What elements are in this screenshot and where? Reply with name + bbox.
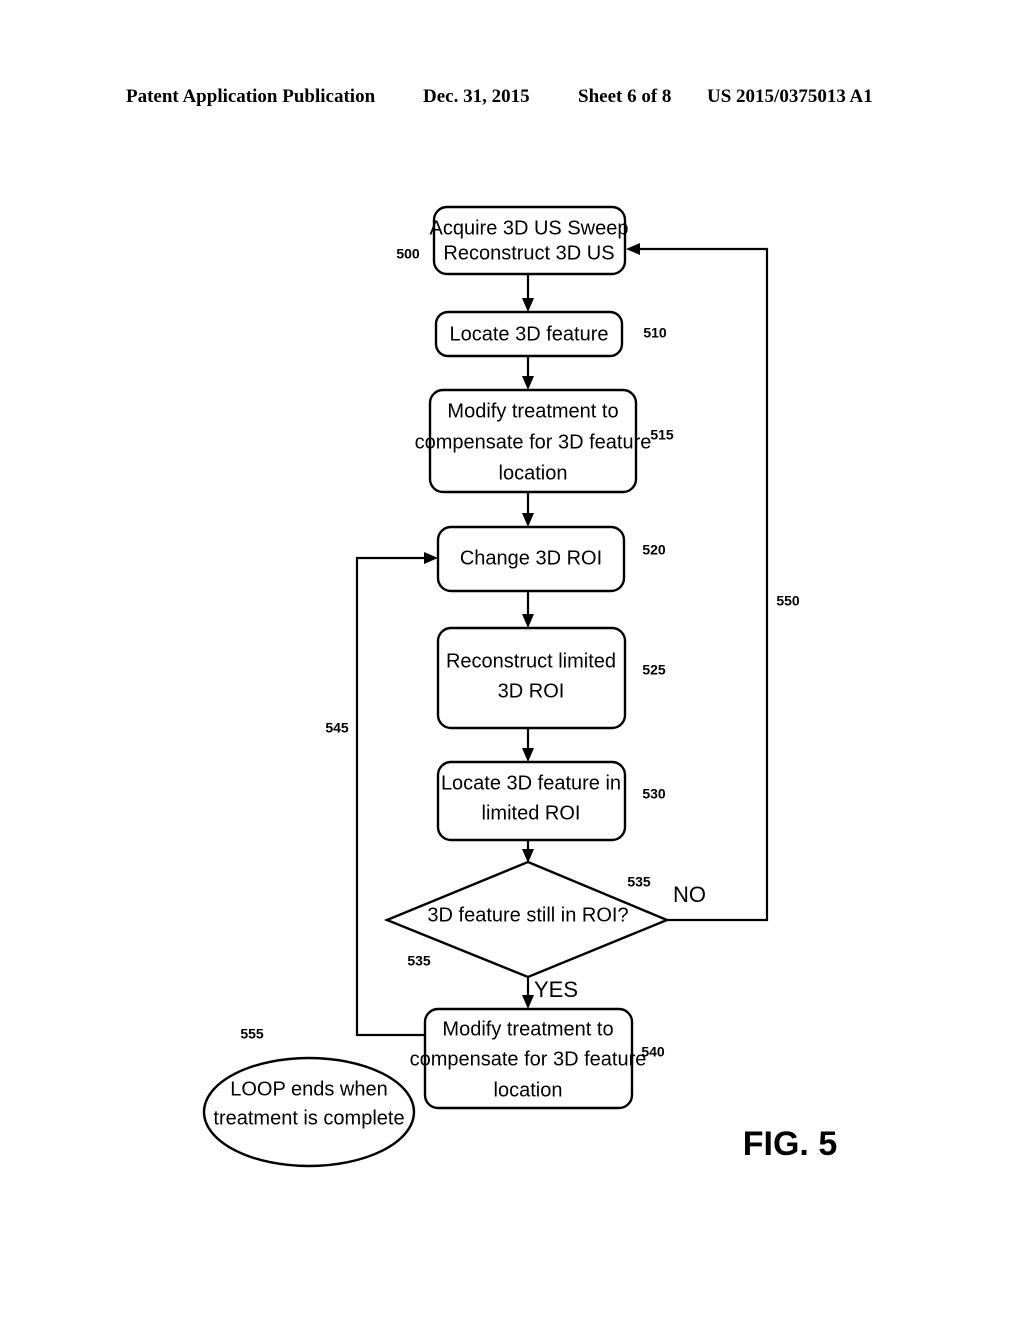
ref-number-545: 545	[325, 720, 349, 736]
ref-number-535-upper: 535	[627, 874, 651, 890]
node-500-line1: Acquire 3D US Sweep	[430, 217, 629, 239]
node-530-line1: Locate 3D feature in	[441, 772, 621, 794]
ref-number-525: 525	[642, 662, 666, 678]
node-510-line1: Locate 3D feature	[450, 323, 609, 345]
node-535-line1: 3D feature still in ROI?	[427, 904, 628, 926]
node-520-line1: Change 3D ROI	[460, 547, 602, 569]
ref-number-540: 540	[641, 1044, 665, 1060]
node-540-line2: compensate for 3D feature	[410, 1048, 647, 1070]
ref-number-530: 530	[642, 786, 666, 802]
connector-550-no-loop	[626, 243, 769, 922]
node-515-line2: compensate for 3D feature	[415, 431, 652, 453]
figure-label: FIG. 5	[743, 1125, 837, 1163]
ref-number-535-lower: 535	[407, 953, 431, 969]
connector-510-to-515	[522, 356, 534, 390]
connector-530-to-535	[522, 840, 534, 863]
connector-525-to-530	[522, 728, 534, 762]
node-555-line1: LOOP ends when	[230, 1078, 388, 1100]
node-520-change-3d-roi[interactable]: Change 3D ROI	[436, 525, 626, 593]
patent-figure-page: Patent Application Publication Dec. 31, …	[0, 0, 1024, 1320]
ref-number-500: 500	[396, 246, 420, 262]
node-525-line2: 3D ROI	[498, 680, 565, 702]
node-525-line1: Reconstruct limited	[446, 650, 616, 672]
node-530-line2: limited ROI	[482, 802, 581, 824]
node-515-modify-treatment[interactable]: Modify treatment to compensate for 3D fe…	[415, 388, 652, 494]
ref-number-520: 520	[642, 542, 666, 558]
edge-label-no: NO	[673, 882, 706, 907]
node-515-line1: Modify treatment to	[447, 400, 618, 422]
ref-number-555: 555	[240, 1026, 264, 1042]
node-540-line3: location	[494, 1079, 563, 1101]
node-525-reconstruct-limited-roi[interactable]: Reconstruct limited 3D ROI	[436, 626, 627, 730]
node-515-line3: location	[499, 462, 568, 484]
node-525-box[interactable]	[436, 626, 627, 730]
ref-number-515: 515	[650, 427, 674, 443]
ref-number-550: 550	[776, 593, 800, 609]
node-540-line1: Modify treatment to	[442, 1018, 613, 1040]
node-500-line2: Reconstruct 3D US	[443, 242, 614, 264]
connector-515-to-520	[522, 492, 534, 527]
connector-500-to-510	[522, 274, 534, 312]
node-510-locate-3d-feature[interactable]: Locate 3D feature	[434, 310, 624, 358]
connector-535-yes-to-540	[522, 977, 534, 1009]
ref-number-510: 510	[643, 325, 667, 341]
node-530-locate-feature-limited-roi[interactable]: Locate 3D feature in limited ROI	[436, 760, 627, 842]
node-500-acquire-reconstruct[interactable]: Acquire 3D US Sweep Reconstruct 3D US	[430, 205, 629, 276]
node-555-line2: treatment is complete	[213, 1107, 404, 1129]
node-555-loop-end[interactable]: LOOP ends when treatment is complete	[202, 1056, 416, 1168]
flowchart-figure: Acquire 3D US Sweep Reconstruct 3D US 50…	[202, 205, 837, 1168]
edge-label-yes: YES	[534, 977, 578, 1002]
connector-520-to-525	[522, 591, 534, 628]
node-540-modify-treatment[interactable]: Modify treatment to compensate for 3D fe…	[410, 1007, 647, 1110]
